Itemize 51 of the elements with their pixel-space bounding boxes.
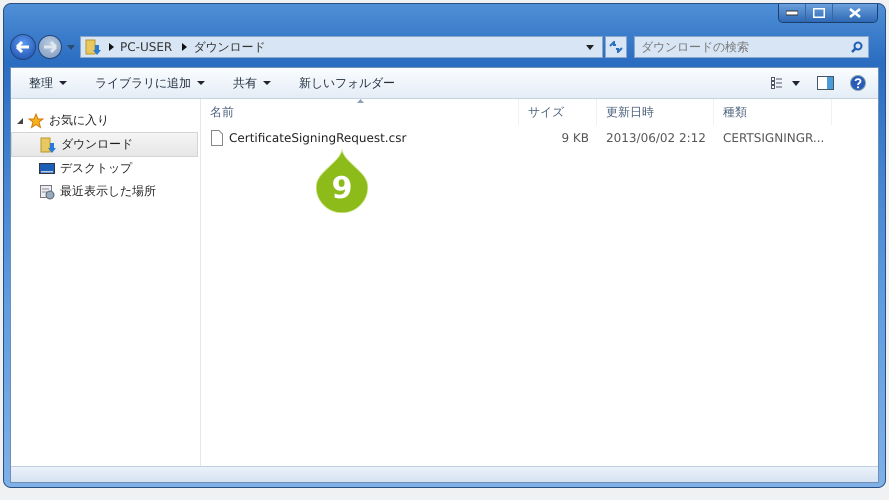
sidebar-item[interactable]: お気に入り xyxy=(11,109,198,132)
help-button[interactable] xyxy=(848,73,868,93)
table-cell-text: CERTSIGNINGR... xyxy=(722,131,826,145)
sidebar-item[interactable]: ダウンロード xyxy=(11,132,198,157)
folder-download-icon xyxy=(40,136,56,152)
search-field[interactable]: ダウンロードの検索 xyxy=(634,36,869,58)
view-options-button[interactable] xyxy=(769,75,803,91)
refresh-button[interactable] xyxy=(605,36,627,58)
menu-button[interactable]: ライブラリに追加 xyxy=(87,70,213,96)
minimize-icon xyxy=(786,10,798,16)
back-button[interactable] xyxy=(10,34,36,60)
forward-arrow-icon xyxy=(43,41,57,53)
minimize-button[interactable] xyxy=(779,4,806,22)
column-header[interactable]: 種類 xyxy=(714,99,832,125)
table-cell-text: 2013/06/02 2:12 xyxy=(605,131,707,145)
document-clock-icon xyxy=(39,184,55,200)
folder-download-icon xyxy=(85,38,101,56)
chevron-icon[interactable] xyxy=(109,43,114,51)
breadcrumb-item[interactable]: ダウンロード xyxy=(193,38,266,56)
breadcrumb-item[interactable]: PC-USER xyxy=(120,40,172,54)
sidebar-item[interactable]: デスクトップ xyxy=(11,157,198,180)
close-icon xyxy=(849,8,861,18)
step-number-callout: 9 xyxy=(316,149,368,213)
menu-button[interactable]: 共有 xyxy=(225,70,279,96)
column-header[interactable]: サイズ xyxy=(519,99,597,125)
forward-button[interactable] xyxy=(38,35,62,59)
file-name: CertificateSigningRequest.csr xyxy=(201,130,519,146)
chevron-icon[interactable] xyxy=(182,43,188,51)
star-icon xyxy=(28,112,44,128)
search-icon xyxy=(851,41,863,53)
column-header[interactable]: 更新日時 xyxy=(597,99,714,125)
sidebar-item[interactable]: 最近表示した場所 xyxy=(11,180,198,203)
toolbar-button[interactable]: 新しいフォルダー xyxy=(291,70,403,96)
list-view-icon xyxy=(771,77,801,89)
preview-pane-button[interactable] xyxy=(815,74,836,92)
maximize-icon xyxy=(813,8,825,18)
column-header[interactable]: 名前 xyxy=(201,99,519,125)
close-button[interactable] xyxy=(833,4,877,22)
maximize-button[interactable] xyxy=(806,4,833,22)
back-arrow-icon xyxy=(16,41,30,53)
monitor-icon xyxy=(39,160,55,176)
caret-icon[interactable] xyxy=(586,44,594,50)
file-icon xyxy=(211,130,223,146)
expand-arrow-icon[interactable] xyxy=(17,118,23,124)
preview-pane-icon xyxy=(817,76,834,90)
address-bar[interactable]: PC-USER ダウンロード xyxy=(80,36,603,58)
refresh-arrows-icon xyxy=(609,41,623,53)
menu-button[interactable]: 整理 xyxy=(21,70,75,96)
help-icon xyxy=(850,75,866,91)
table-cell-text: 9 KB xyxy=(560,131,590,145)
file-row[interactable]: CertificateSigningRequest.csr 9 KB 2013/06/02 2:12 CERTSIGNINGR... xyxy=(201,125,878,151)
